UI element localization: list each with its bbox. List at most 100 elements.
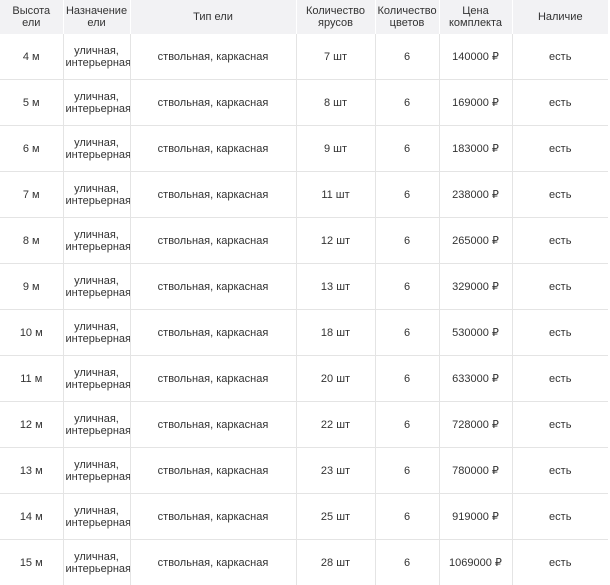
cell-price: 265000 ₽ xyxy=(439,218,512,264)
cell-price: 530000 ₽ xyxy=(439,310,512,356)
cell-tiers: 13 шт xyxy=(296,264,375,310)
table-row: 14 муличная, интерьернаяствольная, карка… xyxy=(0,494,608,540)
cell-availability: есть xyxy=(512,264,608,310)
cell-availability: есть xyxy=(512,172,608,218)
cell-purpose: уличная, интерьерная xyxy=(63,356,130,402)
table-row: 15 муличная, интерьернаяствольная, карка… xyxy=(0,540,608,585)
cell-height: 4 м xyxy=(0,34,63,80)
cell-colors: 6 xyxy=(375,402,439,448)
cell-price: 238000 ₽ xyxy=(439,172,512,218)
cell-type: ствольная, каркасная xyxy=(130,356,296,402)
cell-availability: есть xyxy=(512,80,608,126)
header-colors: Количество цветов xyxy=(375,0,439,34)
cell-tiers: 22 шт xyxy=(296,402,375,448)
cell-height: 10 м xyxy=(0,310,63,356)
cell-purpose: уличная, интерьерная xyxy=(63,34,130,80)
cell-tiers: 25 шт xyxy=(296,494,375,540)
header-row: Высота ели Назначение ели Тип ели Количе… xyxy=(0,0,608,34)
cell-purpose: уличная, интерьерная xyxy=(63,540,130,585)
table-row: 9 муличная, интерьернаяствольная, каркас… xyxy=(0,264,608,310)
table-row: 4 муличная, интерьернаяствольная, каркас… xyxy=(0,34,608,80)
cell-tiers: 9 шт xyxy=(296,126,375,172)
cell-type: ствольная, каркасная xyxy=(130,126,296,172)
cell-price: 183000 ₽ xyxy=(439,126,512,172)
table-row: 7 муличная, интерьернаяствольная, каркас… xyxy=(0,172,608,218)
cell-tiers: 8 шт xyxy=(296,80,375,126)
cell-price: 780000 ₽ xyxy=(439,448,512,494)
cell-purpose: уличная, интерьерная xyxy=(63,218,130,264)
cell-type: ствольная, каркасная xyxy=(130,80,296,126)
cell-purpose: уличная, интерьерная xyxy=(63,264,130,310)
table-body: 4 муличная, интерьернаяствольная, каркас… xyxy=(0,34,608,585)
table-row: 6 муличная, интерьернаяствольная, каркас… xyxy=(0,126,608,172)
header-height: Высота ели xyxy=(0,0,63,34)
cell-availability: есть xyxy=(512,34,608,80)
cell-height: 6 м xyxy=(0,126,63,172)
cell-purpose: уличная, интерьерная xyxy=(63,310,130,356)
header-type: Тип ели xyxy=(130,0,296,34)
price-table: Высота ели Назначение ели Тип ели Количе… xyxy=(0,0,608,585)
cell-type: ствольная, каркасная xyxy=(130,402,296,448)
cell-availability: есть xyxy=(512,402,608,448)
cell-colors: 6 xyxy=(375,172,439,218)
header-tiers: Количество ярусов xyxy=(296,0,375,34)
table-row: 13 муличная, интерьернаяствольная, карка… xyxy=(0,448,608,494)
table-row: 5 муличная, интерьернаяствольная, каркас… xyxy=(0,80,608,126)
cell-colors: 6 xyxy=(375,80,439,126)
cell-height: 5 м xyxy=(0,80,63,126)
cell-height: 15 м xyxy=(0,540,63,585)
cell-type: ствольная, каркасная xyxy=(130,540,296,585)
cell-availability: есть xyxy=(512,356,608,402)
header-purpose: Назначение ели xyxy=(63,0,130,34)
cell-availability: есть xyxy=(512,494,608,540)
cell-colors: 6 xyxy=(375,356,439,402)
cell-price: 140000 ₽ xyxy=(439,34,512,80)
cell-purpose: уличная, интерьерная xyxy=(63,402,130,448)
table-row: 11 муличная, интерьернаяствольная, карка… xyxy=(0,356,608,402)
cell-height: 13 м xyxy=(0,448,63,494)
cell-price: 728000 ₽ xyxy=(439,402,512,448)
cell-height: 8 м xyxy=(0,218,63,264)
cell-type: ствольная, каркасная xyxy=(130,310,296,356)
cell-colors: 6 xyxy=(375,218,439,264)
cell-height: 14 м xyxy=(0,494,63,540)
table-row: 8 муличная, интерьернаяствольная, каркас… xyxy=(0,218,608,264)
cell-height: 7 м xyxy=(0,172,63,218)
cell-colors: 6 xyxy=(375,310,439,356)
cell-price: 633000 ₽ xyxy=(439,356,512,402)
table-row: 12 муличная, интерьернаяствольная, карка… xyxy=(0,402,608,448)
cell-availability: есть xyxy=(512,126,608,172)
cell-colors: 6 xyxy=(375,448,439,494)
cell-price: 1069000 ₽ xyxy=(439,540,512,585)
cell-colors: 6 xyxy=(375,494,439,540)
cell-tiers: 7 шт xyxy=(296,34,375,80)
cell-type: ствольная, каркасная xyxy=(130,172,296,218)
table-row: 10 муличная, интерьернаяствольная, карка… xyxy=(0,310,608,356)
cell-purpose: уличная, интерьерная xyxy=(63,448,130,494)
cell-height: 12 м xyxy=(0,402,63,448)
cell-tiers: 11 шт xyxy=(296,172,375,218)
cell-colors: 6 xyxy=(375,126,439,172)
cell-purpose: уличная, интерьерная xyxy=(63,126,130,172)
cell-price: 329000 ₽ xyxy=(439,264,512,310)
cell-availability: есть xyxy=(512,310,608,356)
cell-availability: есть xyxy=(512,540,608,585)
cell-type: ствольная, каркасная xyxy=(130,448,296,494)
cell-purpose: уличная, интерьерная xyxy=(63,80,130,126)
cell-type: ствольная, каркасная xyxy=(130,218,296,264)
cell-price: 919000 ₽ xyxy=(439,494,512,540)
header-availability: Наличие xyxy=(512,0,608,34)
cell-colors: 6 xyxy=(375,264,439,310)
cell-tiers: 23 шт xyxy=(296,448,375,494)
cell-colors: 6 xyxy=(375,34,439,80)
cell-height: 9 м xyxy=(0,264,63,310)
cell-colors: 6 xyxy=(375,540,439,585)
cell-tiers: 18 шт xyxy=(296,310,375,356)
cell-purpose: уличная, интерьерная xyxy=(63,494,130,540)
cell-tiers: 20 шт xyxy=(296,356,375,402)
cell-height: 11 м xyxy=(0,356,63,402)
cell-purpose: уличная, интерьерная xyxy=(63,172,130,218)
cell-type: ствольная, каркасная xyxy=(130,34,296,80)
cell-type: ствольная, каркасная xyxy=(130,264,296,310)
cell-availability: есть xyxy=(512,218,608,264)
